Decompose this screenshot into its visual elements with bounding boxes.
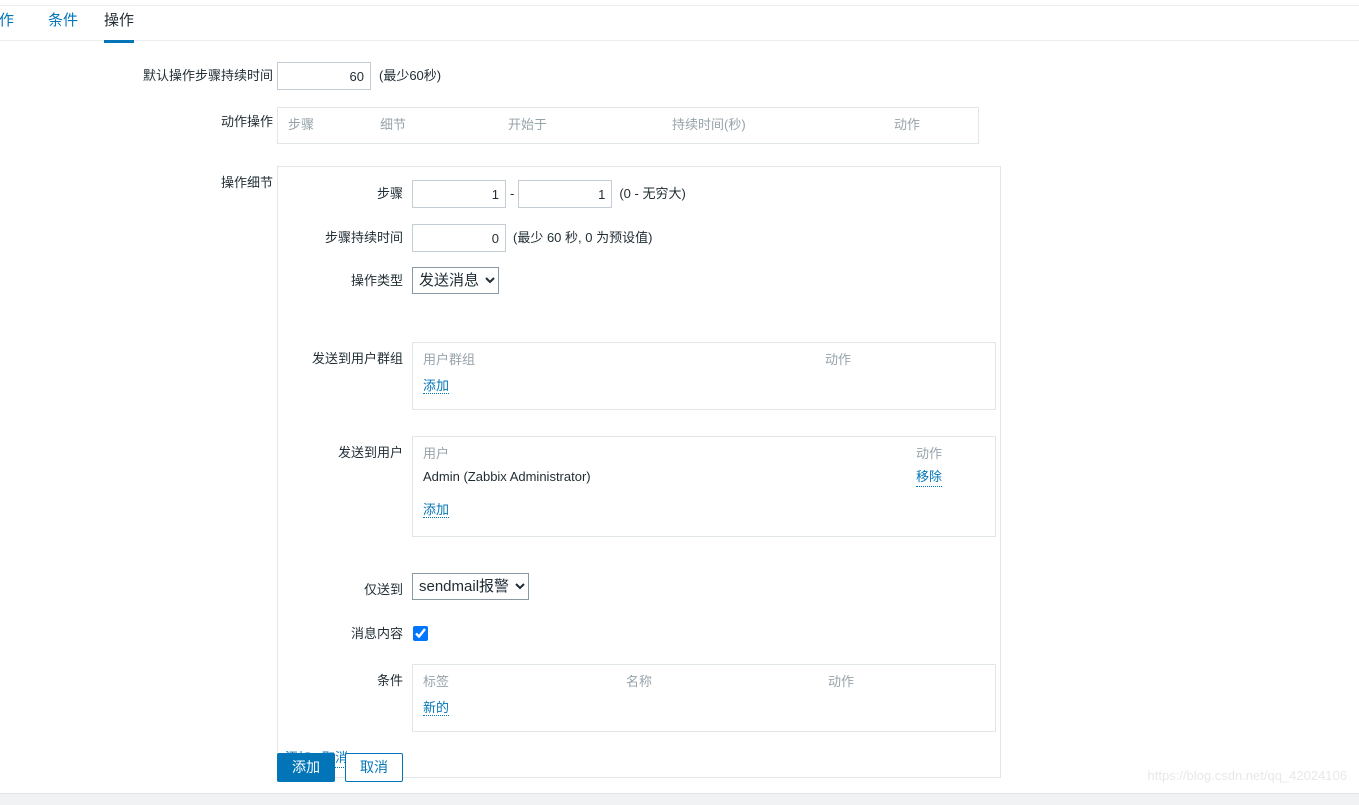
col-action: 动作 bbox=[894, 117, 921, 132]
send-to-users-label: 发送到用户 bbox=[337, 445, 403, 460]
action-operations-row: 动作操作 步骤 细节 开始于 持续时间(秒) 动作 bbox=[0, 107, 1000, 144]
tab-bar: 动作 条件 操作 bbox=[0, 5, 1359, 43]
conditions-table-foot: 新的 bbox=[413, 691, 995, 717]
new-condition-link[interactable]: 新的 bbox=[423, 700, 450, 716]
default-step-duration-input[interactable] bbox=[277, 62, 371, 90]
tab-operations[interactable]: 操作 bbox=[104, 11, 135, 43]
add-user-link[interactable]: 添加 bbox=[423, 502, 450, 518]
step-duration-input[interactable] bbox=[412, 224, 506, 252]
step-duration-hint: (最少 60 秒, 0 为预设值) bbox=[513, 230, 653, 245]
default-step-duration-hint: (最少60秒) bbox=[379, 68, 442, 83]
message-content-row: 消息内容 bbox=[278, 625, 978, 643]
operation-type-row: 操作类型 发送消息 bbox=[278, 267, 978, 294]
operation-details-label: 操作细节 bbox=[220, 175, 273, 190]
users-table-head: 用户 动作 bbox=[413, 437, 995, 463]
user-groups-table-head: 用户群组 动作 bbox=[413, 343, 995, 369]
action-operations-table-head: 步骤 细节 开始于 持续时间(秒) 动作 bbox=[278, 108, 978, 134]
send-to-users-row: 发送到用户 用户 动作 Admin (Zabbix Administrator)… bbox=[278, 436, 998, 537]
steps-to-input[interactable] bbox=[518, 180, 613, 208]
steps-row: 步骤 - (0 - 无穷大) bbox=[278, 180, 978, 208]
footer-buttons: 添加 取消 bbox=[277, 753, 403, 782]
send-only-to-select[interactable]: sendmail报警 bbox=[412, 573, 529, 600]
col-duration: 持续时间(秒) bbox=[672, 117, 746, 132]
users-table: 用户 动作 Admin (Zabbix Administrator) 移除 添加 bbox=[412, 436, 996, 537]
tab-action-label: 动作 bbox=[0, 12, 15, 29]
users-table-foot: 添加 bbox=[413, 487, 995, 519]
col-name: 名称 bbox=[626, 674, 653, 689]
message-content-label: 消息内容 bbox=[350, 626, 403, 641]
send-only-to-row: 仅送到 sendmail报警 bbox=[278, 573, 978, 600]
tab-action[interactable]: 动作 bbox=[0, 11, 14, 40]
col-condition-action: 动作 bbox=[828, 674, 855, 689]
cancel-button[interactable]: 取消 bbox=[345, 753, 403, 782]
conditions-table: 标签 名称 动作 新的 bbox=[412, 664, 996, 732]
col-user-group-action: 动作 bbox=[825, 352, 852, 367]
conditions-row: 条件 标签 名称 动作 新的 bbox=[278, 664, 998, 732]
tab-operations-label: 操作 bbox=[104, 12, 135, 29]
steps-hint: (0 - 无穷大) bbox=[619, 186, 686, 201]
table-row: Admin (Zabbix Administrator) 移除 bbox=[413, 463, 995, 487]
col-start-in: 开始于 bbox=[508, 117, 548, 132]
action-operations-label: 动作操作 bbox=[220, 114, 273, 129]
step-duration-row: 步骤持续时间 (最少 60 秒, 0 为预设值) bbox=[278, 224, 978, 252]
col-details: 细节 bbox=[380, 117, 407, 132]
user-name-cell: Admin (Zabbix Administrator) bbox=[423, 469, 591, 484]
tab-conditions[interactable]: 条件 bbox=[48, 11, 78, 40]
col-tag: 标签 bbox=[423, 674, 450, 689]
col-user: 用户 bbox=[423, 446, 450, 461]
operation-details-box: 步骤 - (0 - 无穷大) 步骤持续时间 (最少 60 秒, 0 为预设值) … bbox=[277, 166, 1001, 778]
send-only-to-label: 仅送到 bbox=[363, 582, 403, 597]
default-step-duration-label: 默认操作步骤持续时间 bbox=[142, 68, 273, 83]
default-step-duration-row: 默认操作步骤持续时间 (最少60秒) bbox=[0, 62, 1000, 90]
steps-from-input[interactable] bbox=[412, 180, 506, 208]
step-duration-label: 步骤持续时间 bbox=[324, 230, 403, 245]
conditions-table-head: 标签 名称 动作 bbox=[413, 665, 995, 691]
operation-type-select[interactable]: 发送消息 bbox=[412, 267, 499, 294]
conditions-label: 条件 bbox=[376, 673, 403, 688]
send-to-user-groups-row: 发送到用户群组 用户群组 动作 添加 bbox=[278, 342, 998, 410]
action-operations-table: 步骤 细节 开始于 持续时间(秒) 动作 bbox=[277, 107, 979, 144]
col-user-action: 动作 bbox=[916, 446, 943, 461]
watermark: https://blog.csdn.net/qq_42024106 bbox=[1147, 768, 1348, 783]
submit-button[interactable]: 添加 bbox=[277, 753, 335, 782]
message-content-checkbox[interactable] bbox=[413, 626, 428, 641]
steps-separator: - bbox=[510, 186, 515, 201]
user-groups-table: 用户群组 动作 添加 bbox=[412, 342, 996, 410]
tab-conditions-label: 条件 bbox=[48, 12, 79, 29]
operation-type-label: 操作类型 bbox=[350, 273, 403, 288]
page-bottom-strip bbox=[0, 793, 1359, 805]
send-to-user-groups-label: 发送到用户群组 bbox=[311, 351, 403, 366]
remove-user-link[interactable]: 移除 bbox=[916, 468, 943, 487]
add-user-group-link[interactable]: 添加 bbox=[423, 378, 450, 394]
col-user-group: 用户群组 bbox=[423, 352, 476, 367]
user-groups-table-foot: 添加 bbox=[413, 369, 995, 395]
steps-label: 步骤 bbox=[376, 186, 403, 201]
col-step: 步骤 bbox=[288, 117, 315, 132]
